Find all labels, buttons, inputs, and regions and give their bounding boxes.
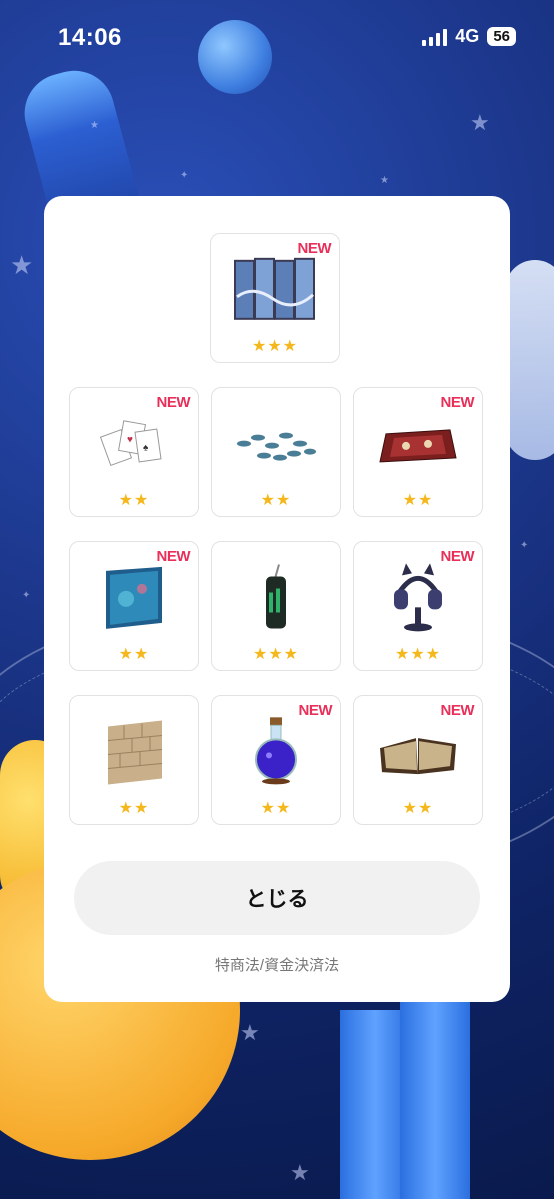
signal-icon bbox=[422, 28, 448, 46]
item-card-patterned-rug[interactable]: NEW ★★ bbox=[353, 387, 483, 517]
pillar-decoration bbox=[400, 1000, 470, 1199]
ornament-decoration bbox=[505, 260, 554, 460]
star-icon: ★ bbox=[10, 250, 34, 280]
rug-icon bbox=[376, 426, 460, 471]
star-icon: ★ bbox=[470, 110, 490, 135]
aquarium-wall-icon bbox=[102, 565, 166, 636]
svg-text:♥: ♥ bbox=[127, 435, 133, 446]
rarity-stars: ★★★ bbox=[252, 646, 300, 663]
rarity-stars: ★★ bbox=[402, 800, 434, 817]
status-indicators: 4G 56 bbox=[422, 26, 516, 47]
rarity-stars: ★★ bbox=[118, 646, 150, 663]
item-card-playing-cards[interactable]: NEW ♥ ♠ ★★ bbox=[69, 387, 199, 517]
headphones-icon bbox=[388, 561, 448, 638]
new-badge: NEW bbox=[440, 394, 475, 411]
rarity-stars: ★★ bbox=[260, 492, 292, 509]
item-card-potion-flask[interactable]: NEW ★★ bbox=[211, 695, 341, 825]
star-icon: ★ bbox=[380, 175, 389, 186]
star-icon: ★ bbox=[90, 120, 99, 131]
rarity-stars: ★★ bbox=[260, 800, 292, 817]
rarity-stars: ★★ bbox=[402, 492, 434, 509]
star-icon: ✦ bbox=[180, 170, 189, 181]
item-card-drink-can[interactable]: ★★★ bbox=[211, 541, 341, 671]
new-badge: NEW bbox=[297, 240, 332, 257]
item-card-open-book[interactable]: NEW ★★ bbox=[353, 695, 483, 825]
rarity-stars: ★★ bbox=[118, 800, 150, 817]
rarity-stars: ★★★ bbox=[394, 646, 442, 663]
close-button[interactable]: とじる bbox=[74, 861, 480, 935]
star-icon: ✦ bbox=[520, 540, 529, 551]
item-card-fish-school[interactable]: ★★ bbox=[211, 387, 341, 517]
potion-icon bbox=[251, 715, 301, 792]
network-type: 4G bbox=[455, 26, 480, 46]
item-card-cat-ear-headphones[interactable]: NEW ★★★ bbox=[353, 541, 483, 671]
star-icon: ★ bbox=[290, 1160, 310, 1185]
status-time: 14:06 bbox=[58, 24, 122, 51]
drink-can-icon bbox=[261, 563, 291, 638]
svg-text:♠: ♠ bbox=[143, 443, 149, 454]
rarity-stars: ★★ bbox=[118, 492, 150, 509]
new-badge: NEW bbox=[298, 702, 333, 719]
rarity-stars: ★★★ bbox=[251, 338, 299, 355]
reward-dialog: NEW ★★★ NEW ♥ ♠ ★★ ★★ NEW ★★ NEW ★★ ★★★ … bbox=[44, 196, 510, 1002]
new-badge: NEW bbox=[156, 548, 191, 565]
item-card-folding-screen[interactable]: NEW ★★★ bbox=[210, 233, 340, 363]
item-card-aquarium-wall[interactable]: NEW ★★ bbox=[69, 541, 199, 671]
status-bar: 14:06 4G 56 bbox=[0, 0, 554, 72]
playing-cards-icon: ♥ ♠ bbox=[99, 409, 169, 484]
fish-school-icon bbox=[234, 424, 318, 473]
new-badge: NEW bbox=[440, 702, 475, 719]
folding-screen-icon bbox=[233, 257, 317, 328]
brick-wall-icon bbox=[102, 717, 166, 792]
item-card-brick-wall[interactable]: ★★ bbox=[69, 695, 199, 825]
star-icon: ★ bbox=[240, 1020, 260, 1045]
star-icon: ✦ bbox=[22, 590, 31, 601]
battery-icon: 56 bbox=[487, 27, 516, 46]
book-icon bbox=[376, 728, 460, 783]
legal-link[interactable]: 特商法/資金決済法 bbox=[44, 954, 510, 975]
